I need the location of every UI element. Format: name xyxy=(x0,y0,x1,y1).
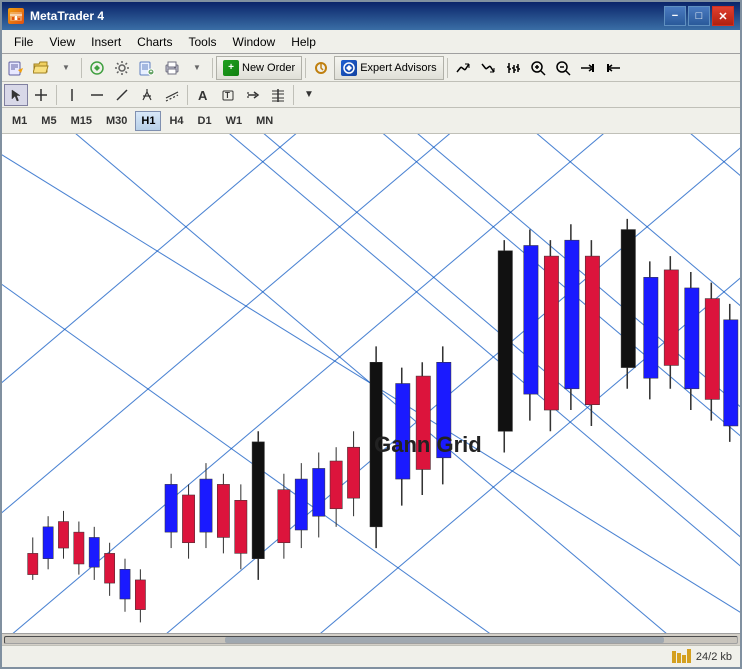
toolbar-zoom-out[interactable] xyxy=(551,56,575,80)
separator-2 xyxy=(212,58,213,78)
chart-area[interactable]: Gann Grid xyxy=(2,134,740,633)
horizontal-scrollbar[interactable] xyxy=(2,633,740,645)
menu-charts[interactable]: Charts xyxy=(129,31,180,53)
tool-gann-dropdown[interactable]: ▼ xyxy=(297,84,321,106)
maximize-button[interactable]: □ xyxy=(688,6,710,26)
tool-pitchfork[interactable] xyxy=(135,84,159,106)
scrollbar-track[interactable] xyxy=(4,636,738,644)
tool-text2[interactable]: T xyxy=(216,84,240,106)
menu-tools[interactable]: Tools xyxy=(181,31,225,53)
timeframe-bar: M1 M5 M15 M30 H1 H4 D1 W1 MN xyxy=(2,108,740,134)
toolbar-history[interactable] xyxy=(135,56,159,80)
main-toolbar: ▼ xyxy=(2,54,740,82)
menu-view[interactable]: View xyxy=(41,31,83,53)
tf-m5[interactable]: M5 xyxy=(35,111,62,131)
draw-sep-2 xyxy=(187,85,188,105)
drawing-toolbar: A T ▼ xyxy=(2,82,740,108)
main-window: MetaTrader 4 − □ ✕ File View Insert Char… xyxy=(0,0,742,669)
new-order-label: New Order xyxy=(242,62,295,74)
toolbar-new-chart[interactable] xyxy=(4,56,28,80)
tf-m15[interactable]: M15 xyxy=(65,111,98,131)
menu-file[interactable]: File xyxy=(6,31,41,53)
tf-h4[interactable]: H4 xyxy=(163,111,189,131)
menu-bar: File View Insert Charts Tools Window Hel… xyxy=(2,30,740,54)
title-bar: MetaTrader 4 − □ ✕ xyxy=(2,2,740,30)
svg-text:A: A xyxy=(198,88,208,102)
toolbar-settings[interactable] xyxy=(110,56,134,80)
tool-horizontal-line[interactable] xyxy=(85,84,109,106)
app-icon xyxy=(8,8,24,24)
tool-trendline[interactable] xyxy=(110,84,134,106)
tool-text[interactable]: A xyxy=(191,84,215,106)
toolbar-connect[interactable] xyxy=(85,56,109,80)
tf-w1[interactable]: W1 xyxy=(220,111,249,131)
tool-crosshair[interactable] xyxy=(29,84,53,106)
draw-sep-3 xyxy=(293,85,294,105)
separator-1 xyxy=(81,58,82,78)
status-bar-icon xyxy=(672,649,692,665)
toolbar-chart-up[interactable] xyxy=(451,56,475,80)
expert-advisors-button[interactable]: Expert Advisors xyxy=(334,56,443,80)
toolbar-zoom-in[interactable] xyxy=(526,56,550,80)
toolbar-scroll-right[interactable] xyxy=(576,56,600,80)
chart-svg xyxy=(2,134,740,633)
toolbar-print-dropdown[interactable]: ▼ xyxy=(185,56,209,80)
tf-m1[interactable]: M1 xyxy=(6,111,33,131)
toolbar-indicator[interactable] xyxy=(309,56,333,80)
tf-mn[interactable]: MN xyxy=(250,111,279,131)
ea-label: Expert Advisors xyxy=(360,62,436,74)
scrollbar-thumb[interactable] xyxy=(225,637,664,643)
toolbar-open-dropdown[interactable]: ▼ xyxy=(54,56,78,80)
status-size: 24/2 kb xyxy=(696,651,732,663)
title-bar-left: MetaTrader 4 xyxy=(8,8,104,24)
ea-icon xyxy=(341,60,357,76)
tf-m30[interactable]: M30 xyxy=(100,111,133,131)
svg-text:T: T xyxy=(225,91,230,100)
separator-4 xyxy=(447,58,448,78)
tool-fibonacci[interactable] xyxy=(266,84,290,106)
toolbar-open[interactable] xyxy=(29,56,53,80)
new-order-icon: + xyxy=(223,60,239,76)
status-bar-text: 24/2 kb xyxy=(672,649,732,665)
tool-vertical-line[interactable] xyxy=(60,84,84,106)
gann-grid-label: Gann Grid xyxy=(374,432,482,458)
tool-arrow[interactable] xyxy=(241,84,265,106)
toolbar-scroll-left[interactable] xyxy=(601,56,625,80)
toolbar-chart-bar[interactable] xyxy=(501,56,525,80)
menu-window[interactable]: Window xyxy=(225,31,284,53)
menu-help[interactable]: Help xyxy=(283,31,324,53)
close-button[interactable]: ✕ xyxy=(712,6,734,26)
toolbar-print[interactable] xyxy=(160,56,184,80)
title-bar-controls: − □ ✕ xyxy=(664,6,734,26)
tf-d1[interactable]: D1 xyxy=(192,111,218,131)
tf-h1[interactable]: H1 xyxy=(135,111,161,131)
draw-sep-1 xyxy=(56,85,57,105)
toolbar-chart-down[interactable] xyxy=(476,56,500,80)
status-bar: 24/2 kb xyxy=(2,645,740,667)
tool-channel[interactable] xyxy=(160,84,184,106)
minimize-button[interactable]: − xyxy=(664,6,686,26)
tool-cursor[interactable] xyxy=(4,84,28,106)
app-title: MetaTrader 4 xyxy=(30,9,104,23)
separator-3 xyxy=(305,58,306,78)
menu-insert[interactable]: Insert xyxy=(83,31,129,53)
new-order-button[interactable]: + New Order xyxy=(216,56,302,80)
